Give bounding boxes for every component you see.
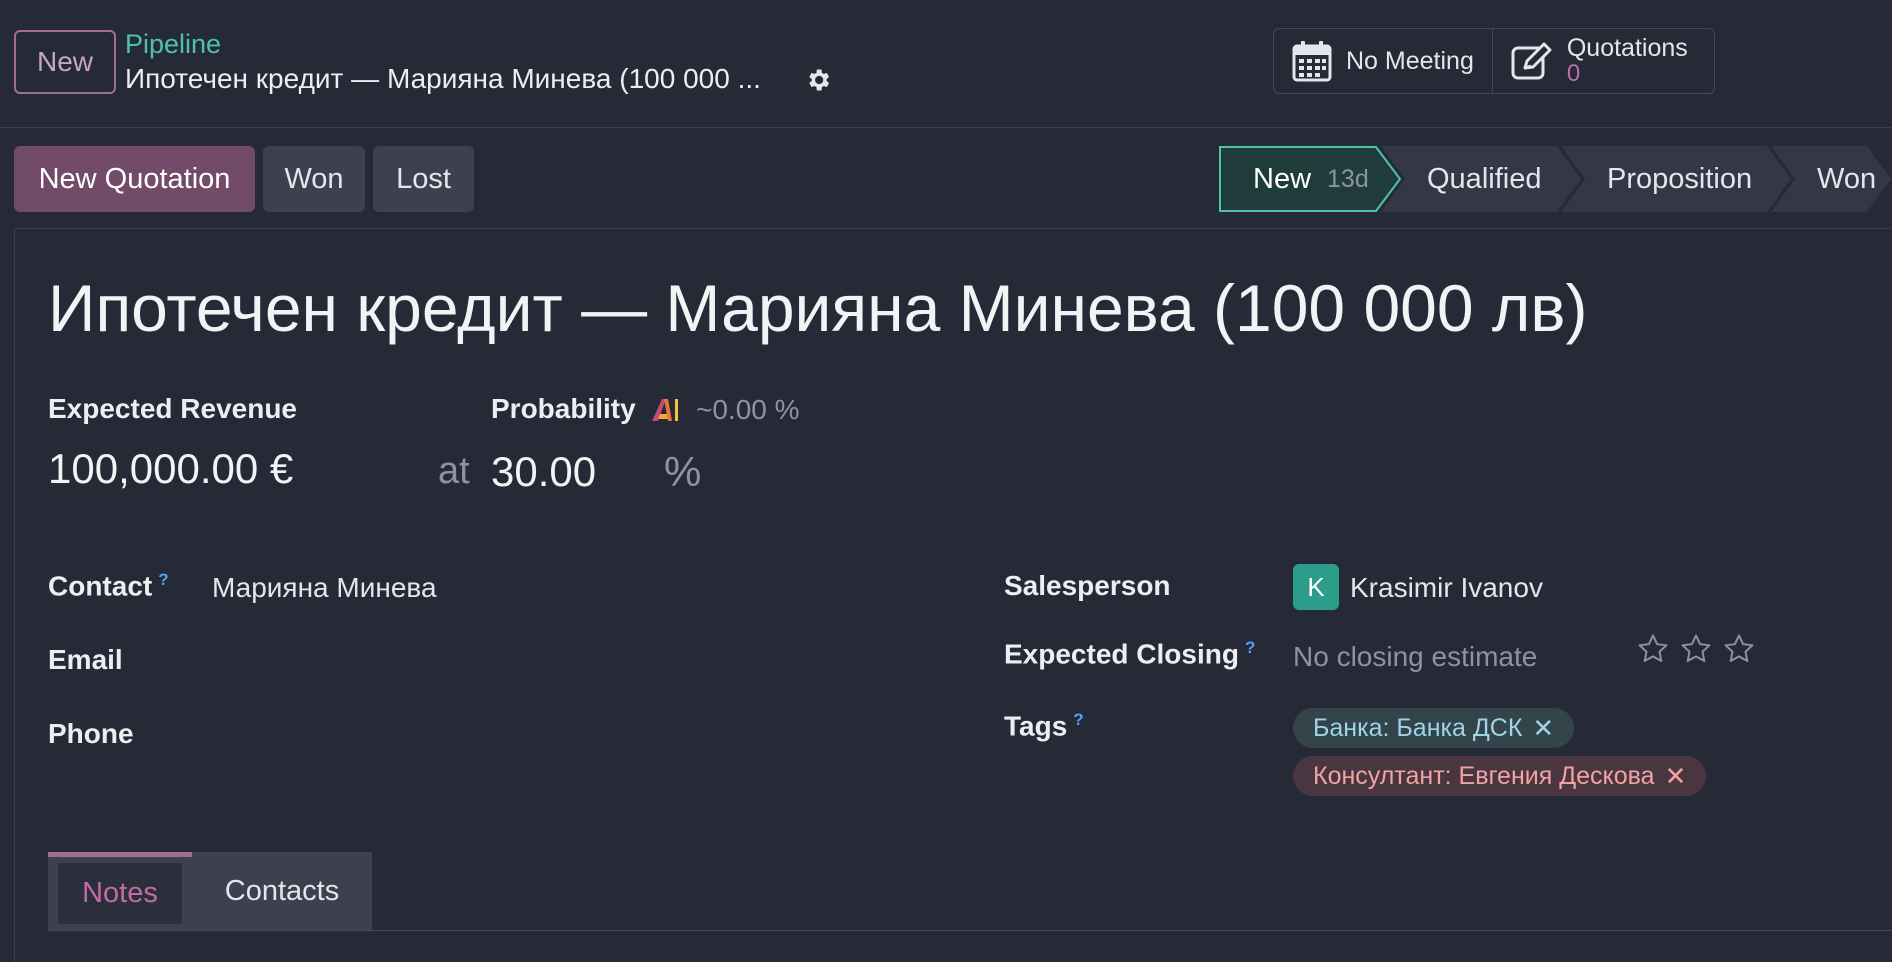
probability-label: Probability xyxy=(491,393,636,424)
lead-name-field[interactable]: Ипотечен кредит — Марияна Минева (100 00… xyxy=(48,270,1587,346)
meeting-label: No Meeting xyxy=(1346,46,1474,75)
email-label: Email xyxy=(48,644,123,675)
at-label: at xyxy=(438,450,470,492)
stage-duration: 13d xyxy=(1327,164,1369,193)
close-icon[interactable]: ✕ xyxy=(1532,713,1554,744)
won-button[interactable]: Won xyxy=(263,146,365,212)
gear-icon[interactable] xyxy=(804,66,832,94)
stage-statusbar: New 13d Qualified Proposition Won xyxy=(1219,146,1891,212)
tag-consultant: Консултант: Евгения Дескова ✕ xyxy=(1293,756,1707,796)
contact-help[interactable]: ? xyxy=(158,570,168,589)
tab-notes[interactable]: Notes xyxy=(48,852,192,930)
ai-icon[interactable] xyxy=(650,397,680,423)
notebook-tabs: Notes Contacts xyxy=(48,852,372,930)
tag-label: Консултант: Евгения Дескова xyxy=(1313,761,1655,790)
closing-help[interactable]: ? xyxy=(1245,638,1255,657)
stage-label: Proposition xyxy=(1607,162,1753,195)
stage-proposition[interactable]: Proposition xyxy=(1561,146,1791,212)
probability-field[interactable]: 30.00 xyxy=(491,448,596,496)
expected-closing-label: Expected Closing? xyxy=(1004,638,1256,670)
contact-field[interactable]: Марияна Минева xyxy=(212,572,437,604)
smart-buttons: No Meeting Quotations 0 xyxy=(1273,28,1715,94)
expected-revenue-label: Expected Revenue xyxy=(48,393,297,424)
quotations-label: Quotations xyxy=(1566,34,1688,62)
control-panel: New Pipeline Ипотечен кредит — Марияна М… xyxy=(0,0,1892,128)
stage-qualified[interactable]: Qualified xyxy=(1381,146,1581,212)
close-icon[interactable]: ✕ xyxy=(1665,761,1687,792)
salesperson-field[interactable]: Krasimir Ivanov xyxy=(1350,572,1543,604)
salesperson-label: Salesperson xyxy=(1004,570,1171,601)
priority-widget xyxy=(1636,632,1756,666)
expected-revenue-field[interactable]: 100,000.00 € xyxy=(48,445,293,493)
quotations-smart-button[interactable]: Quotations 0 xyxy=(1491,29,1706,93)
new-record-button[interactable]: New xyxy=(14,30,116,94)
stage-label: Won xyxy=(1817,162,1877,195)
tags-help[interactable]: ? xyxy=(1073,710,1083,729)
calendar-icon xyxy=(1292,41,1332,82)
phone-label: Phone xyxy=(48,718,134,749)
new-quotation-button[interactable]: New Quotation xyxy=(14,146,255,212)
action-bar: New Quotation Won Lost New 13d Qualified… xyxy=(0,130,1892,228)
tags-label: Tags? xyxy=(1004,710,1084,742)
edit-icon xyxy=(1511,42,1552,80)
tag-bank: Банка: Банка ДСК ✕ xyxy=(1293,708,1575,748)
star-icon[interactable] xyxy=(1636,632,1670,666)
stage-label: New xyxy=(1253,162,1312,195)
percent-sign: % xyxy=(664,448,702,495)
quotations-count: 0 xyxy=(1566,60,1581,87)
tag-label: Банка: Банка ДСК xyxy=(1313,713,1523,742)
tab-divider xyxy=(48,930,1892,931)
star-icon[interactable] xyxy=(1679,632,1713,666)
avatar: K xyxy=(1293,564,1339,610)
meeting-smart-button[interactable]: No Meeting xyxy=(1274,29,1492,93)
stage-label: Qualified xyxy=(1427,162,1542,195)
expected-closing-field[interactable]: No closing estimate xyxy=(1293,641,1537,673)
breadcrumb-pipeline[interactable]: Pipeline xyxy=(125,29,221,60)
breadcrumb-current-record: Ипотечен кредит — Марияна Минева (100 00… xyxy=(125,63,761,94)
stage-new[interactable]: New 13d xyxy=(1219,146,1401,212)
tab-contacts[interactable]: Contacts xyxy=(192,852,372,930)
star-icon[interactable] xyxy=(1722,632,1756,666)
ai-probability: ~0.00 % xyxy=(696,394,800,425)
lost-button[interactable]: Lost xyxy=(373,146,474,212)
contact-label: Contact? xyxy=(48,570,169,602)
